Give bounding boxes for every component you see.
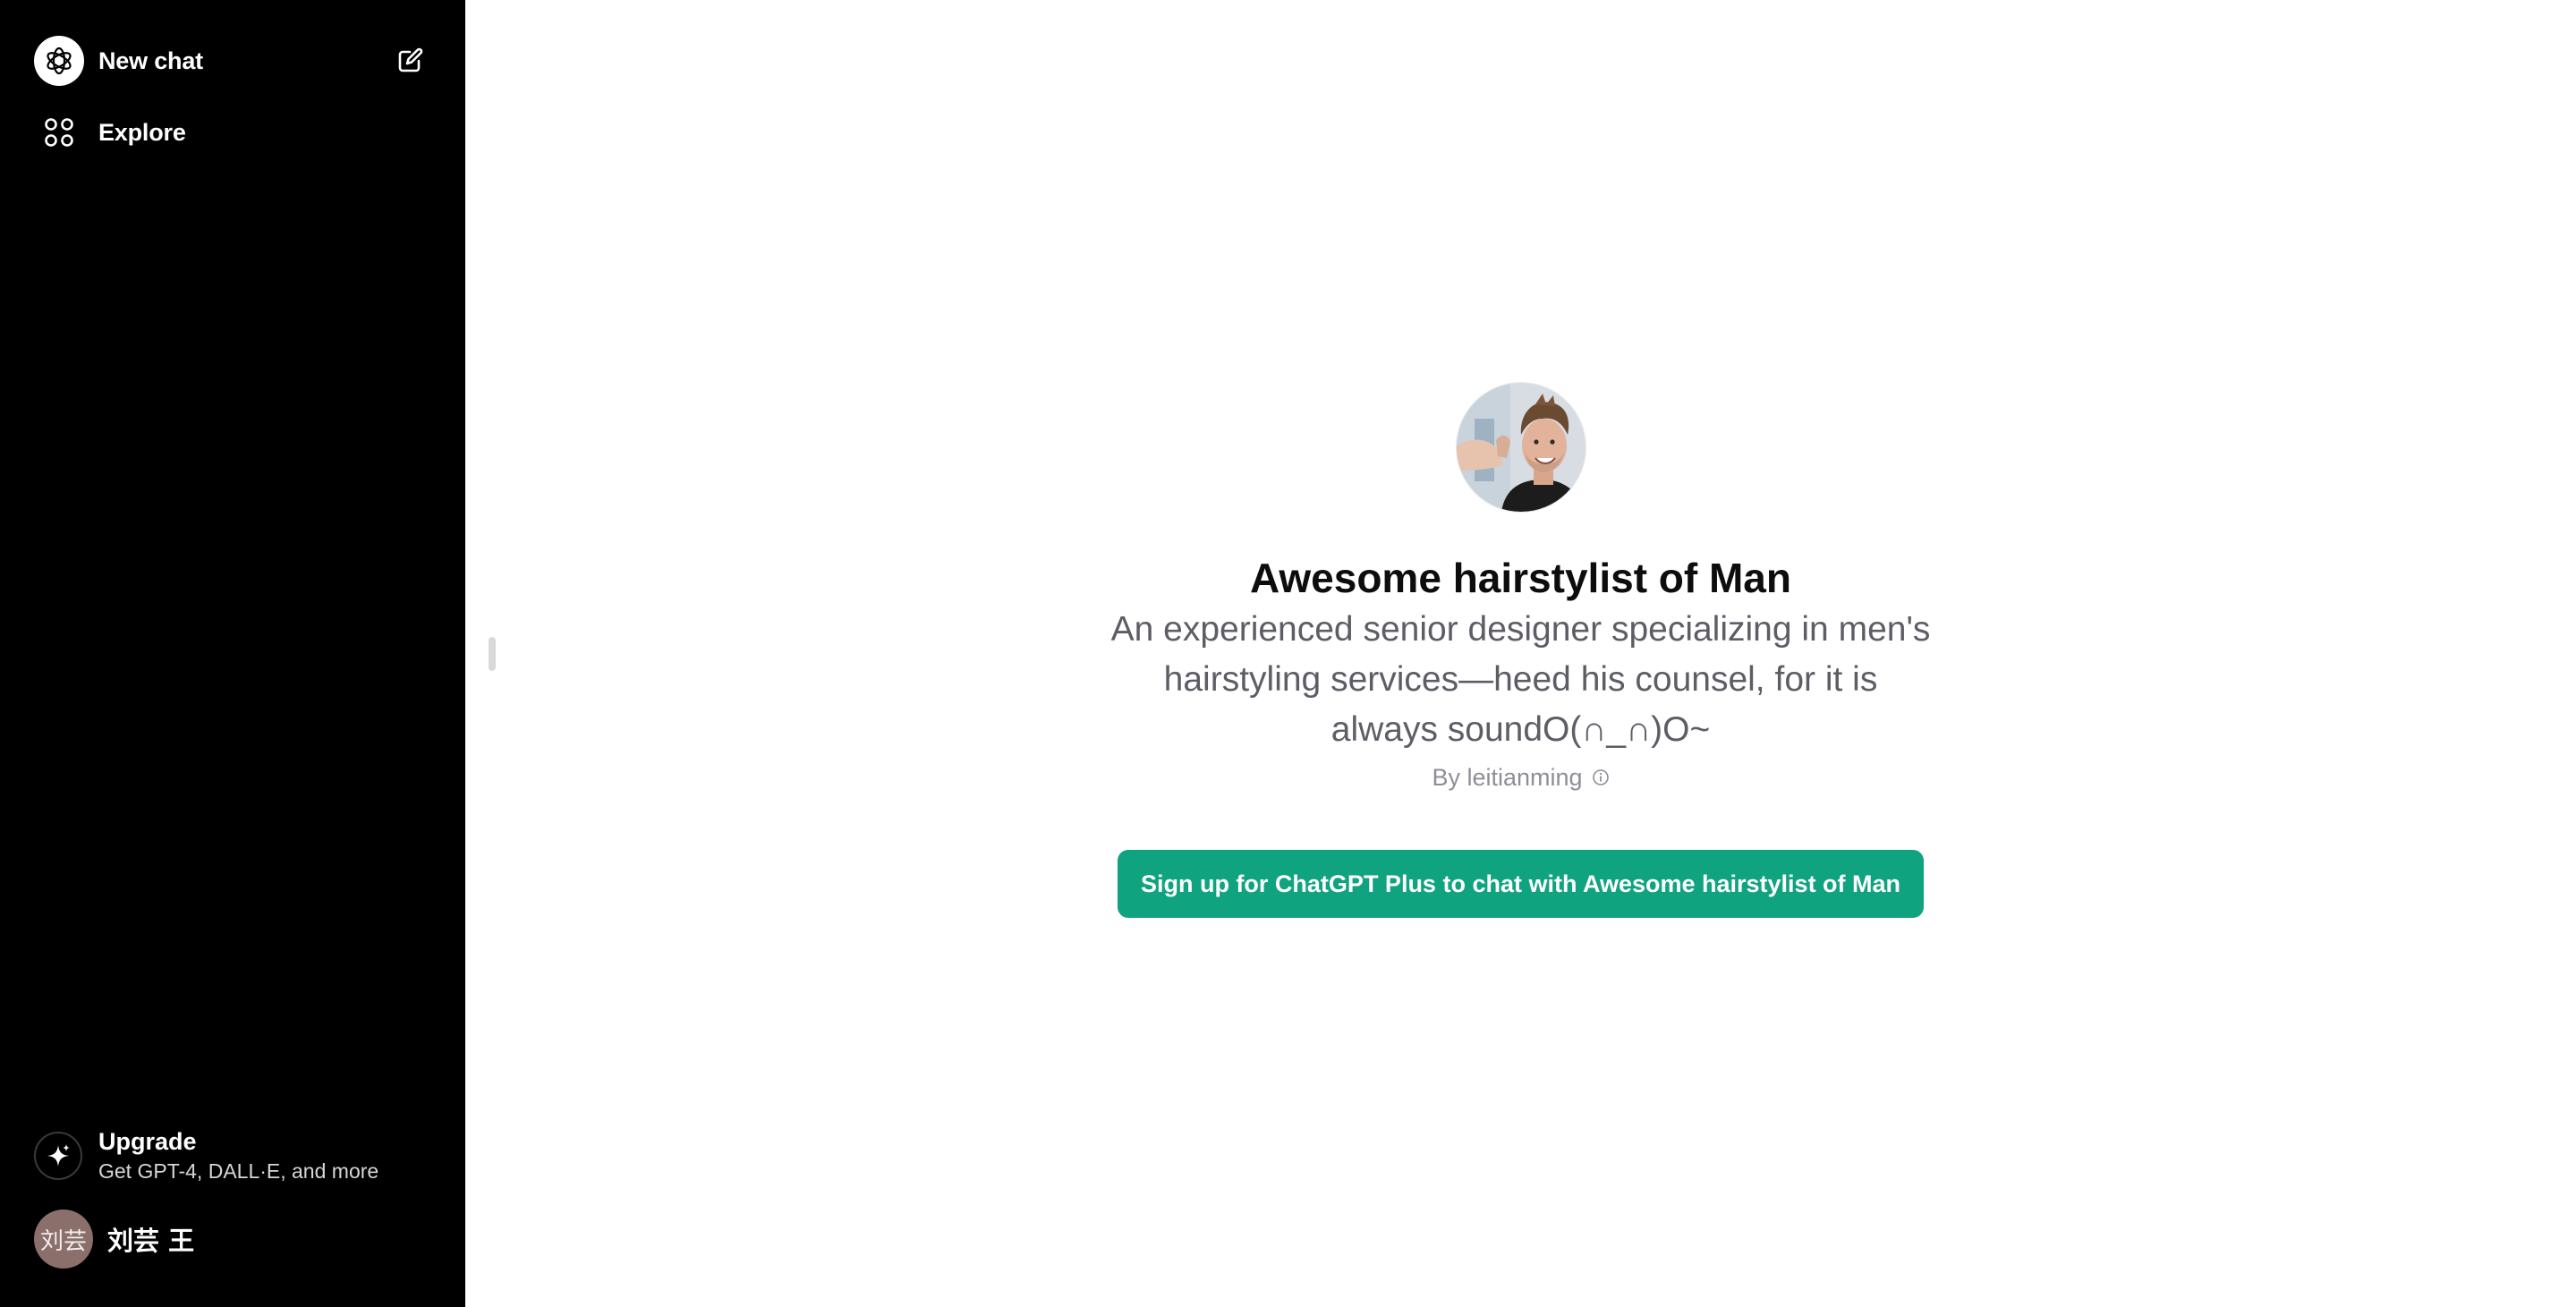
gpt-author: By leitianming [1432, 760, 1609, 794]
sidebar: New chat Explore Upgrade Get GPT-4, DALL… [0, 0, 465, 1307]
edit-icon[interactable] [390, 41, 429, 81]
upgrade-title: Upgrade [98, 1128, 197, 1155]
explore-grid-icon [34, 107, 84, 157]
avatar: 刘芸 [34, 1209, 93, 1269]
main-content: Awesome hairstylist of Man An experience… [465, 0, 2576, 1307]
gpt-avatar-image [1456, 383, 1586, 512]
user-name: 刘芸 王 [107, 1226, 195, 1256]
new-chat-button[interactable]: New chat [21, 29, 442, 93]
sparkle-icon [34, 1132, 82, 1180]
upgrade-button[interactable]: Upgrade Get GPT-4, DALL·E, and more [21, 1118, 442, 1193]
upgrade-text: Upgrade Get GPT-4, DALL·E, and more [98, 1126, 378, 1185]
explore-label: Explore [98, 118, 186, 146]
signup-plus-button[interactable]: Sign up for ChatGPT Plus to chat with Aw… [1117, 850, 1925, 918]
openai-logo-icon [34, 36, 84, 86]
user-menu-button[interactable]: 刘芸 刘芸 王 [21, 1209, 442, 1269]
info-icon[interactable] [1592, 768, 1610, 786]
gpt-author-text: By leitianming [1432, 764, 1583, 791]
new-chat-label: New chat [98, 47, 203, 74]
gpt-description: An experienced senior designer specializ… [1110, 610, 1931, 749]
explore-button[interactable]: Explore [21, 100, 442, 165]
app-window: New chat Explore Upgrade Get GPT-4, DALL… [0, 0, 2576, 1307]
gpt-name: Awesome hairstylist of Man [1250, 555, 1791, 601]
upgrade-subtitle: Get GPT-4, DALL·E, and more [98, 1159, 379, 1183]
gpt-intro: Awesome hairstylist of Man An experience… [465, 383, 2576, 918]
